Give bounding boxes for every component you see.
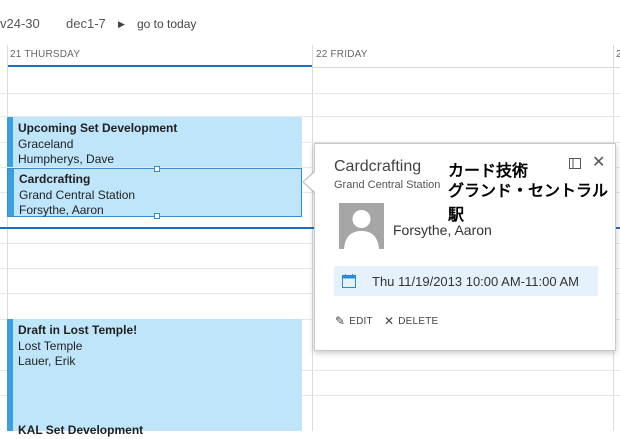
calendar-event-selected[interactable]: Cardcrafting Grand Central Station Forsy… bbox=[7, 166, 302, 219]
calendar-event[interactable]: Draft in Lost Temple! Lost Temple Lauer,… bbox=[7, 319, 302, 431]
selected-day-indicator bbox=[7, 65, 312, 67]
avatar bbox=[339, 203, 384, 249]
event-organizer: Forsythe, Aaron bbox=[19, 203, 104, 217]
event-location: Graceland bbox=[18, 136, 74, 151]
calendar-icon bbox=[342, 274, 356, 288]
current-week-link[interactable]: dec1-7 bbox=[66, 16, 106, 31]
grid-line bbox=[0, 93, 620, 94]
popup-event-title: Cardcrafting bbox=[334, 158, 422, 175]
pencil-icon: ✎ bbox=[335, 314, 346, 328]
event-title: Draft in Lost Temple! bbox=[18, 323, 138, 337]
event-location: Lost Temple bbox=[18, 338, 83, 353]
next-week-arrow-icon[interactable]: ▶ bbox=[118, 19, 125, 30]
resize-handle-bottom[interactable] bbox=[154, 213, 160, 219]
calendar-event[interactable]: KAL Set Development bbox=[7, 420, 302, 437]
edit-button[interactable]: ✎ EDIT bbox=[335, 314, 373, 328]
delete-button[interactable]: ✕ DELETE bbox=[384, 314, 438, 328]
event-color-bar bbox=[8, 169, 14, 216]
event-location: Grand Central Station bbox=[19, 187, 136, 202]
close-icon[interactable]: ✕ bbox=[592, 154, 605, 172]
header-divider bbox=[312, 67, 620, 68]
delete-x-icon: ✕ bbox=[384, 314, 395, 328]
expand-icon[interactable] bbox=[569, 158, 581, 169]
event-details-popup: Cardcrafting Grand Central Station カード技術… bbox=[314, 143, 616, 351]
organizer-name[interactable]: Forsythe, Aaron bbox=[393, 222, 492, 238]
event-title: Upcoming Set Development bbox=[18, 121, 178, 135]
go-to-today-link[interactable]: go to today bbox=[137, 17, 196, 31]
event-datetime: Thu 11/19/2013 10:00 AM-11:00 AM bbox=[372, 274, 579, 289]
day-header-friday[interactable]: 22 FRIDAY bbox=[316, 49, 368, 60]
event-color-bar bbox=[7, 117, 13, 167]
previous-week-link[interactable]: v24-30 bbox=[0, 16, 40, 31]
translation-location-annotation: グランド・セントラル駅 bbox=[448, 183, 609, 224]
delete-label: DELETE bbox=[398, 316, 439, 327]
resize-handle-top[interactable] bbox=[154, 166, 160, 172]
event-color-bar bbox=[7, 319, 13, 431]
event-time-row: Thu 11/19/2013 10:00 AM-11:00 AM bbox=[334, 266, 598, 296]
event-organizer: Lauer, Erik bbox=[18, 354, 76, 368]
grid-line bbox=[312, 45, 313, 431]
popup-event-location: Grand Central Station bbox=[334, 179, 441, 191]
calendar-event[interactable]: Upcoming Set Development Graceland Humph… bbox=[7, 117, 302, 167]
event-title: Cardcrafting bbox=[19, 172, 91, 186]
day-header-thursday[interactable]: 21 THURSDAY bbox=[10, 49, 80, 60]
day-header-saturday[interactable]: 2 bbox=[616, 49, 620, 60]
edit-label: EDIT bbox=[349, 316, 373, 327]
popup-pointer-fill bbox=[304, 171, 316, 193]
